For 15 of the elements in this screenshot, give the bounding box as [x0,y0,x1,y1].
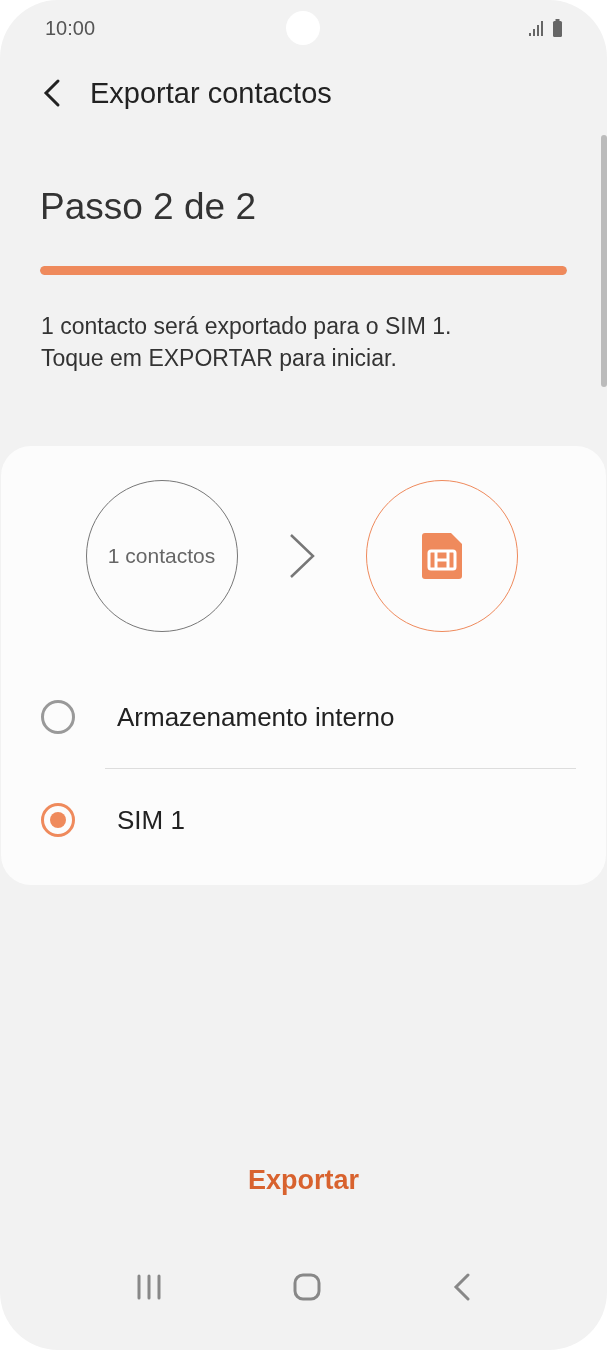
storage-option[interactable]: SIM 1 [1,769,606,871]
back-icon[interactable] [453,1273,472,1301]
step-title: Passo 2 de 2 [40,186,257,228]
storage-option[interactable]: Armazenamento interno [1,666,606,768]
sim-card-icon [421,533,462,579]
home-icon[interactable] [293,1273,322,1301]
radio-button[interactable] [41,803,75,837]
chevron-right-icon [287,533,316,579]
status-time: 10:00 [45,16,96,40]
page-title: Exportar contactos [90,76,332,110]
radio-button[interactable] [41,700,75,734]
description-text: 1 contacto será exportado para o SIM 1. Toque em EXPORTAR para iniciar. [41,312,453,373]
source-count: 1 contactos [107,544,216,568]
signal-battery-icon [529,18,563,38]
recent-apps-icon[interactable] [135,1274,162,1300]
